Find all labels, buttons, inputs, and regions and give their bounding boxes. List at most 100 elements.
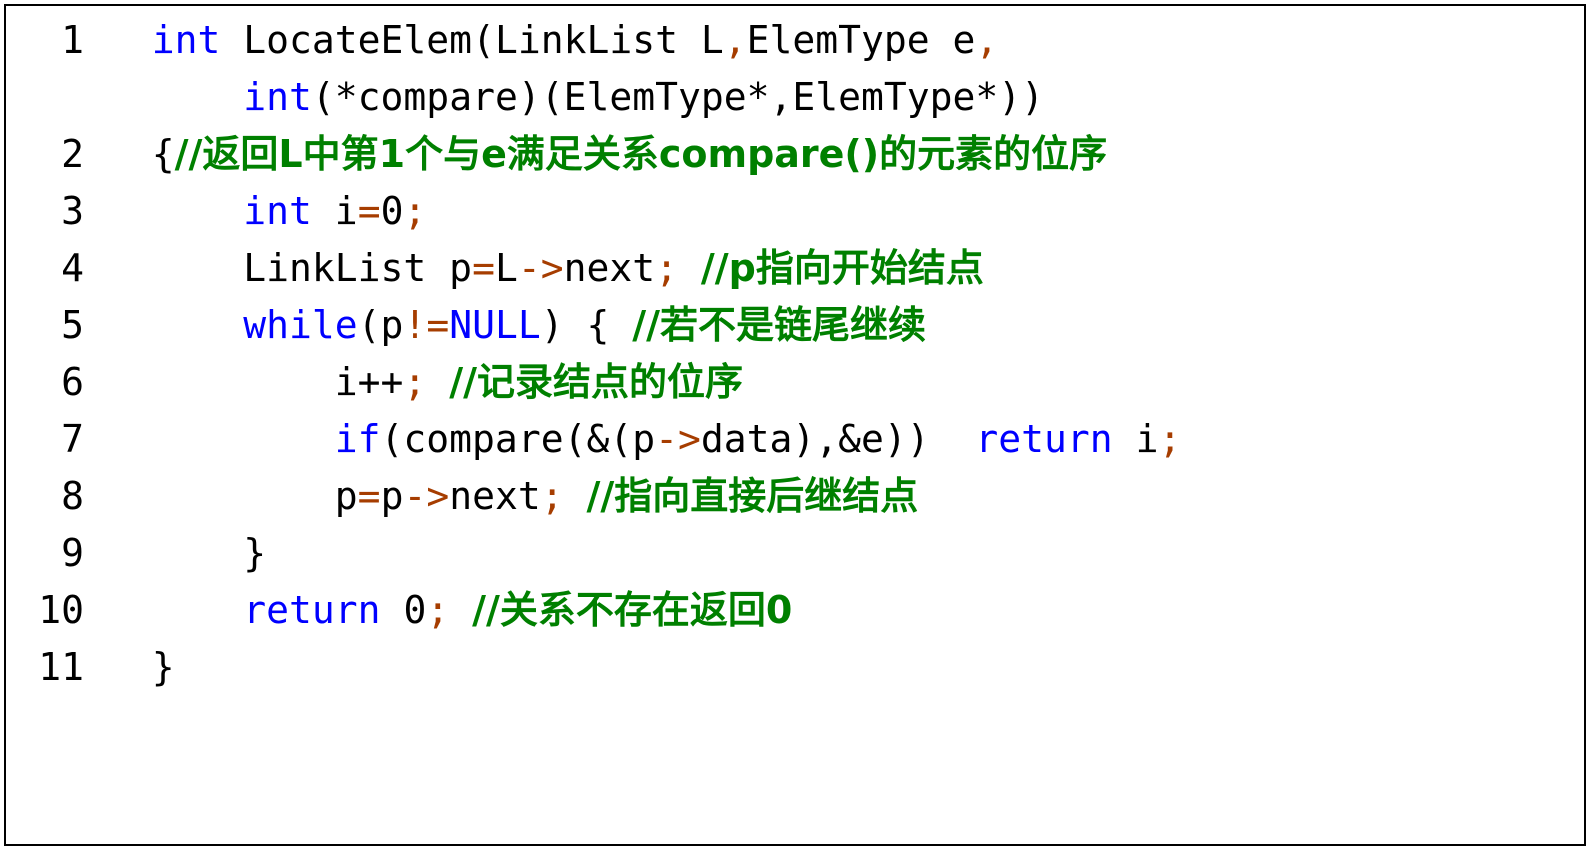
code-token-op: ; [403,189,427,233]
code-token-plain: i [1112,417,1159,461]
code-token-op: = [472,246,495,290]
code-token-op: = [357,474,381,518]
code-token-plain: } [151,645,175,689]
line-code: while(p!=NULL) { //若不是链尾继续 [106,297,1584,354]
code-line: 2 {//返回L中第1个与e满足关系compare()的元素的位序 [6,126,1584,183]
code-token-plain: i++ [334,360,404,404]
code-line: 11 } [6,639,1584,696]
line-code: int LocateElem(LinkList L,ElemType e, [106,12,1584,69]
code-token-cmt: //记录结点的位序 [449,360,743,404]
code-token-plain: i [311,189,358,233]
line-number: 8 [61,474,84,518]
code-token-cmt: //p指向开始结点 [700,246,984,290]
line-code: i++; //记录结点的位序 [106,354,1584,411]
code-token-plain: LinkList p [243,246,473,290]
code-token-op: ; [403,360,427,404]
code-token-kw: int [243,189,312,233]
code-token-op: != [403,303,450,347]
line-number: 6 [61,360,84,404]
code-listing: 1 int LocateElem(LinkList L,ElemType e, … [6,12,1584,696]
line-code: int i=0; [106,183,1584,240]
code-token-op: -> [655,417,701,461]
code-token-plain: p [380,474,404,518]
code-token-plain: next [449,474,541,518]
code-token-plain: { [151,132,175,176]
code-token-kw: return [243,588,381,632]
code-token-plain: (*compare)(ElemType*,ElemType*)) [311,75,1045,119]
code-token-plain: p [334,474,358,518]
code-token-op: = [357,189,381,233]
code-token-plain: LocateElem(LinkList L [220,18,724,62]
code-line: 5 while(p!=NULL) { //若不是链尾继续 [6,297,1584,354]
line-code: } [106,525,1584,582]
line-code: LinkList p=L->next; //p指向开始结点 [106,240,1584,297]
code-token-kw: while [243,303,358,347]
code-token-op: -> [517,246,564,290]
code-line: 10 return 0; //关系不存在返回0 [6,582,1584,639]
line-number: 1 [61,18,84,62]
code-token-plain: } [243,531,267,575]
code-token-op: -> [403,474,450,518]
code-token-num: 0 [380,189,404,233]
line-code: } [106,639,1584,696]
code-line: 3 int i=0; [6,183,1584,240]
code-token-op: ; [540,474,564,518]
code-token-cmt: //返回L中第1个与e满足关系compare()的元素的位序 [174,132,1108,176]
line-code: p=p->next; //指向直接后继结点 [106,468,1584,525]
code-token-op: ; [655,246,679,290]
line-number: 9 [61,531,84,575]
code-block-frame: 1 int LocateElem(LinkList L,ElemType e, … [4,4,1586,846]
line-number: 4 [61,246,84,290]
line-code: {//返回L中第1个与e满足关系compare()的元素的位序 [106,126,1584,183]
line-number: 11 [38,645,84,689]
code-token-op: ; [1158,417,1182,461]
line-number: 2 [61,132,84,176]
code-line: 6 i++; //记录结点的位序 [6,354,1584,411]
code-token-plain: L [494,246,518,290]
code-line: 1 int LocateElem(LinkList L,ElemType e, [6,12,1584,69]
code-token-plain: ElemType e [746,18,976,62]
line-code: return 0; //关系不存在返回0 [106,582,1584,639]
code-line: 8 p=p->next; //指向直接后继结点 [6,468,1584,525]
line-number: 3 [61,189,84,233]
code-token-plain: data),&e)) [700,417,976,461]
code-token-cmt: //关系不存在返回0 [472,588,793,632]
code-token-plain: ) { [540,303,633,347]
code-token-kw: int [243,75,312,119]
code-line: 7 if(compare(&(p->data),&e)) return i; [6,411,1584,468]
code-token-kw: NULL [449,303,541,347]
code-token-cmt: //若不是链尾继续 [632,303,926,347]
line-number: 10 [38,588,84,632]
code-token-cmt: //指向直接后继结点 [586,474,919,518]
code-token-plain: (p [357,303,404,347]
code-token-kw: return [975,417,1113,461]
line-code: int(*compare)(ElemType*,ElemType*)) [106,69,1584,126]
code-token-op: , [975,18,999,62]
code-token-op: ; [426,588,450,632]
code-line: 4 LinkList p=L->next; //p指向开始结点 [6,240,1584,297]
code-token-num: 0 [403,588,427,632]
line-number: 5 [61,303,84,347]
code-token-kw: int [151,18,221,62]
code-token-kw: if [334,417,381,461]
line-code: if(compare(&(p->data),&e)) return i; [106,411,1584,468]
code-token-plain: next [563,246,656,290]
code-token-plain: (compare(&(p [380,417,656,461]
code-token-op: , [723,18,747,62]
